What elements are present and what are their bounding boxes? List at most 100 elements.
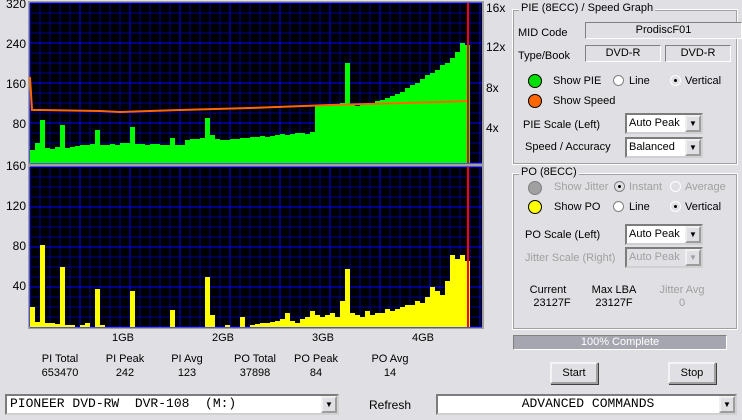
po-bar xyxy=(390,311,395,327)
po-bar xyxy=(440,295,445,327)
pie-bar xyxy=(155,144,160,163)
pie-bar xyxy=(360,104,365,163)
pie-bar xyxy=(50,149,55,163)
po-bar xyxy=(280,319,285,327)
po-bar xyxy=(460,255,465,327)
po-axis-tick: 80 xyxy=(12,239,26,253)
show-po-label[interactable]: Show PO xyxy=(554,201,600,213)
advanced-commands-select[interactable]: ADVANCED COMMANDS ▼ xyxy=(436,394,737,415)
pie-bar xyxy=(295,133,300,163)
pie-bar xyxy=(315,105,320,163)
pie-line-label[interactable]: Line xyxy=(629,75,650,87)
chevron-down-icon[interactable]: ▼ xyxy=(321,396,337,413)
pie-bar xyxy=(230,139,235,163)
po-bar xyxy=(255,324,260,327)
show-speed-label[interactable]: Show Speed xyxy=(553,95,615,107)
pie-bar xyxy=(270,136,275,163)
speed-axis-tick: 12x xyxy=(486,40,506,54)
po-line-label[interactable]: Line xyxy=(629,201,650,213)
show-jitter-label: Show Jitter xyxy=(554,181,609,193)
po-bar xyxy=(170,310,175,327)
pie-bar xyxy=(380,100,385,163)
po-bar xyxy=(445,281,450,327)
pie-bar xyxy=(130,127,135,163)
chevron-down-icon[interactable]: ▼ xyxy=(685,139,701,156)
refresh-button[interactable]: Refresh xyxy=(369,398,411,412)
drive-value: PIONEER DVD-RW DVR-108 (M:) xyxy=(10,396,237,411)
type-value: DVD-R xyxy=(585,45,661,62)
speed-accuracy-label: Speed / Accuracy xyxy=(525,141,611,153)
pie-bar xyxy=(255,137,260,163)
jitter-scale-select: Auto Peak ▼ xyxy=(625,247,703,268)
drive-select[interactable]: PIONEER DVD-RW DVR-108 (M:) ▼ xyxy=(5,394,339,415)
po-bar xyxy=(320,317,325,327)
pie-bar xyxy=(80,145,85,163)
show-speed-toggle-icon[interactable] xyxy=(528,94,542,108)
pie-bar xyxy=(370,104,375,163)
chevron-down-icon[interactable]: ▼ xyxy=(685,115,701,132)
stop-button[interactable]: Stop xyxy=(668,362,716,384)
pie-bar xyxy=(390,96,395,163)
pie-scale-value: Auto Peak xyxy=(629,117,680,129)
pie-bar xyxy=(195,139,200,163)
pie-axis-tick: 240 xyxy=(5,37,26,51)
pie-bar xyxy=(220,140,225,163)
po-bar xyxy=(425,297,430,327)
po-scale-value: Auto Peak xyxy=(629,228,680,240)
chevron-down-icon[interactable]: ▼ xyxy=(685,226,701,243)
pie-bar xyxy=(350,105,355,163)
pie-bar xyxy=(345,63,350,163)
po-bar xyxy=(70,325,75,327)
pie-bar xyxy=(385,98,390,163)
pie-line-radio[interactable] xyxy=(613,75,624,86)
po-bar xyxy=(55,324,60,327)
po-vertical-radio[interactable] xyxy=(670,201,681,212)
po-bar xyxy=(325,315,330,327)
po-bar xyxy=(420,303,425,327)
speed-accuracy-select[interactable]: Balanced ▼ xyxy=(625,137,703,158)
po-scale-select[interactable]: Auto Peak ▼ xyxy=(625,224,703,245)
pie-bar xyxy=(95,130,100,163)
pie-vertical-radio[interactable] xyxy=(670,75,681,86)
pie-bar xyxy=(135,144,140,163)
pie-bar xyxy=(160,145,165,163)
po-bar xyxy=(330,313,335,327)
pie-bar xyxy=(30,150,35,163)
stat-value: 242 xyxy=(115,367,135,379)
po-bar xyxy=(410,305,415,327)
start-button[interactable]: Start xyxy=(550,362,598,384)
pie-bar xyxy=(335,105,340,163)
stat-label: PO Avg xyxy=(371,353,409,365)
mid-code-value: ProdiscF01 xyxy=(585,22,742,39)
pie-bar xyxy=(35,143,40,163)
jitter-avg-label: Jitter Avg xyxy=(659,284,705,296)
po-bar xyxy=(405,305,410,327)
advanced-commands-value: ADVANCED COMMANDS xyxy=(521,396,655,411)
speed-axis-tick: 8x xyxy=(486,81,499,95)
x-axis-tick: 3GB xyxy=(312,332,335,344)
x-axis-tick: 1GB xyxy=(112,332,135,344)
chevron-down-icon[interactable]: ▼ xyxy=(719,396,735,413)
po-bar xyxy=(285,313,290,327)
po-bar xyxy=(100,325,105,327)
show-jitter-toggle-icon xyxy=(528,181,542,195)
po-vertical-label[interactable]: Vertical xyxy=(685,201,721,213)
pie-bar xyxy=(460,43,465,163)
show-po-toggle-icon[interactable] xyxy=(528,200,542,214)
po-bar xyxy=(335,317,340,327)
stat-label: PI Total xyxy=(41,353,79,365)
pie-bar xyxy=(325,105,330,163)
po-bar xyxy=(45,323,50,327)
show-pie-label[interactable]: Show PIE xyxy=(553,75,601,87)
pie-scale-select[interactable]: Auto Peak ▼ xyxy=(625,113,703,134)
pie-bar xyxy=(250,137,255,163)
stat-value: 84 xyxy=(309,367,323,379)
pie-bar xyxy=(40,120,45,163)
pie-bar xyxy=(430,73,435,163)
po-line-radio[interactable] xyxy=(613,201,624,212)
pie-bar xyxy=(415,83,420,163)
pie-bar xyxy=(375,101,380,163)
pie-vertical-label[interactable]: Vertical xyxy=(685,75,721,87)
show-pie-toggle-icon[interactable] xyxy=(528,74,542,88)
pie-bar xyxy=(245,138,250,163)
